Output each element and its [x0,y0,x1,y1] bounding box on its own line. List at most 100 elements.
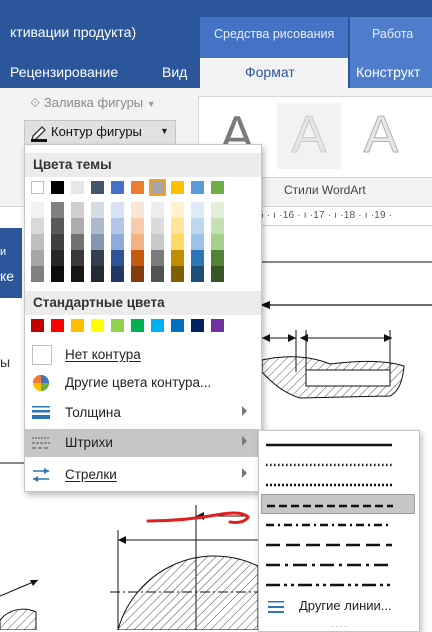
theme-shade-swatch[interactable] [51,266,64,282]
theme-shade-swatch[interactable] [71,250,84,266]
theme-shade-swatch[interactable] [151,202,164,218]
dash-option-long-dash-dot-dot[interactable] [261,574,415,594]
theme-shade-swatch[interactable] [171,218,184,234]
theme-shade-swatch[interactable] [171,250,184,266]
standard-color-swatch[interactable] [211,319,224,332]
theme-shade-swatch[interactable] [131,250,144,266]
theme-shade-swatch[interactable] [91,218,104,234]
theme-shade-swatch[interactable] [71,202,84,218]
theme-color-swatch[interactable] [91,181,104,194]
wordart-style-3[interactable]: A [349,103,413,169]
theme-shade-swatch[interactable] [211,202,224,218]
standard-color-swatch[interactable] [31,319,44,332]
more-outline-colors-option[interactable]: Другие цвета контура... [25,369,259,397]
theme-shade-swatch[interactable] [71,234,84,250]
dash-option-dash[interactable] [261,494,415,514]
dash-option-round-dot[interactable] [261,454,415,474]
theme-color-swatch[interactable] [211,181,224,194]
theme-color-swatch[interactable] [111,181,124,194]
theme-shade-swatch[interactable] [51,218,64,234]
theme-shade-swatch[interactable] [191,202,204,218]
theme-shade-swatch[interactable] [91,202,104,218]
theme-shade-swatch[interactable] [191,218,204,234]
theme-shade-swatch[interactable] [171,234,184,250]
shape-outline-dropdown: Цвета темы Стандартные цвета Нет контура… [24,144,262,492]
standard-color-swatch[interactable] [151,319,164,332]
standard-color-swatch[interactable] [171,319,184,332]
standard-color-swatch[interactable] [111,319,124,332]
theme-shade-swatch[interactable] [211,266,224,282]
dash-option-long-dash-dot[interactable] [261,554,415,574]
theme-shade-swatch[interactable] [171,202,184,218]
shape-outline-button[interactable]: Контур фигуры ▼ [24,120,176,146]
standard-color-swatch[interactable] [131,319,144,332]
theme-shade-swatch[interactable] [31,218,44,234]
theme-shade-swatch[interactable] [211,234,224,250]
theme-shade-swatch[interactable] [51,234,64,250]
resize-grip-icon[interactable]: ···· [331,621,348,632]
shape-fill-button[interactable]: ⟐ Заливка фигуры ▼ [30,95,156,111]
theme-shade-swatch[interactable] [151,218,164,234]
dash-option-solid[interactable] [261,434,415,454]
tab-format[interactable]: Формат [245,64,295,80]
arrows-option[interactable]: Стрелки [25,461,259,489]
theme-shade-swatch[interactable] [211,218,224,234]
dash-option-dash-dot[interactable] [261,514,415,534]
theme-shade-swatch[interactable] [91,250,104,266]
theme-color-swatch[interactable] [71,181,84,194]
wordart-group-label: Стили WordArt [284,183,366,197]
theme-shade-swatch[interactable] [51,250,64,266]
theme-shade-swatch[interactable] [111,202,124,218]
theme-shade-swatch[interactable] [131,234,144,250]
theme-shade-swatch[interactable] [71,218,84,234]
theme-shade-swatch[interactable] [131,218,144,234]
theme-shade-swatch[interactable] [111,218,124,234]
theme-shade-swatch[interactable] [191,266,204,282]
tab-review[interactable]: Рецензирование [10,64,118,80]
context-work-label: Работа [372,27,414,41]
theme-shade-swatch[interactable] [111,266,124,282]
theme-color-swatch[interactable] [191,181,204,194]
theme-shade-swatch[interactable] [191,234,204,250]
dash-option-square-dot[interactable] [261,474,415,494]
theme-shade-swatch[interactable] [111,234,124,250]
wordart-style-2[interactable]: A [277,103,341,169]
theme-color-swatch[interactable] [131,181,144,194]
paint-bucket-icon: ⟐ [30,95,41,110]
dashes-option[interactable]: Штрихи [25,429,259,457]
theme-shade-swatch[interactable] [131,202,144,218]
theme-shade-swatch[interactable] [71,266,84,282]
dash-option-long-dash[interactable] [261,534,415,554]
theme-color-swatch[interactable] [149,179,166,196]
tab-view[interactable]: Вид [162,64,187,80]
theme-shade-swatch[interactable] [51,202,64,218]
theme-shade-swatch[interactable] [211,250,224,266]
standard-color-swatch[interactable] [71,319,84,332]
theme-shade-swatch[interactable] [191,250,204,266]
standard-color-swatch[interactable] [91,319,104,332]
theme-shade-swatch[interactable] [31,234,44,250]
theme-shade-swatch[interactable] [91,266,104,282]
standard-color-swatch[interactable] [51,319,64,332]
theme-color-swatch[interactable] [31,181,44,194]
theme-shade-swatch[interactable] [151,250,164,266]
theme-shade-swatch[interactable] [111,250,124,266]
chevron-down-icon: ▼ [146,99,156,109]
standard-color-swatch[interactable] [191,319,204,332]
dashes-submenu: Другие линии... ···· [258,430,420,632]
more-lines-option[interactable]: Другие линии... [259,594,417,620]
theme-shade-swatch[interactable] [131,266,144,282]
no-outline-option[interactable]: Нет контура [25,341,259,369]
theme-shade-swatch[interactable] [171,266,184,282]
theme-color-swatch[interactable] [51,181,64,194]
theme-shade-swatch[interactable] [151,234,164,250]
theme-shade-swatch[interactable] [151,266,164,282]
theme-shade-swatch[interactable] [31,202,44,218]
theme-shade-swatch[interactable] [31,266,44,282]
dash-line-preview [266,463,392,467]
tab-constructor[interactable]: Конструкт [356,64,420,80]
theme-shade-swatch[interactable] [91,234,104,250]
theme-color-swatch[interactable] [171,181,184,194]
theme-shade-swatch[interactable] [31,250,44,266]
weight-option[interactable]: Толщина [25,399,259,427]
